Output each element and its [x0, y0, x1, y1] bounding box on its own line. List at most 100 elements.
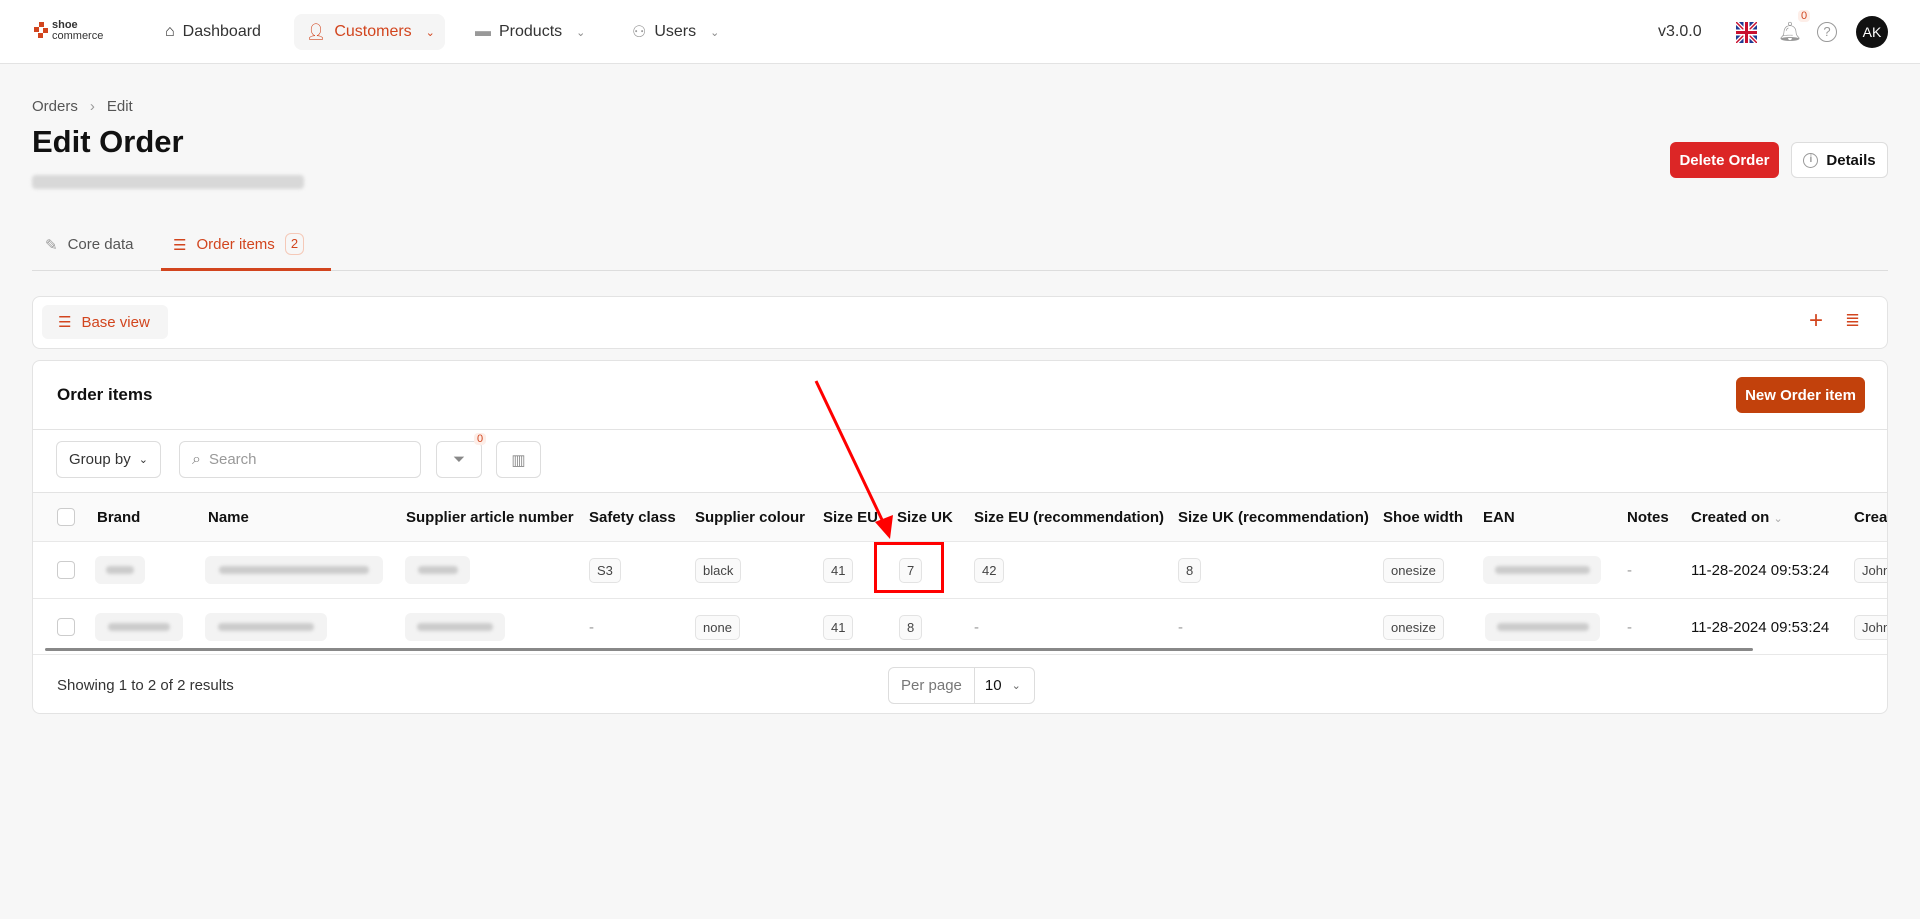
safety-class-chip: S3 [589, 557, 621, 583]
tab-order-items[interactable]: ☰ Order items 2 [161, 232, 331, 271]
ean-redacted [1485, 613, 1600, 641]
col-ean[interactable]: EAN [1483, 493, 1515, 542]
nav-products[interactable]: ▬ Products ⌄ [463, 14, 597, 50]
col-created-by[interactable]: Creat [1854, 493, 1887, 542]
nav-customers[interactable]: 👤︎ Customers ⌄ [294, 14, 445, 50]
nav-label: Customers [334, 23, 412, 40]
info-icon: i [1803, 152, 1819, 168]
chevron-right-icon: › [89, 98, 95, 115]
columns-button[interactable]: ▥ [496, 441, 541, 478]
home-icon: ⌂ [165, 23, 175, 40]
table-row[interactable]: S3 black 41 7 42 8 onesize - 11-28-2024 … [33, 541, 1887, 598]
col-size-uk[interactable]: Size UK [897, 493, 953, 542]
breadcrumb-edit: Edit [106, 98, 133, 115]
created-on-cell: 11-28-2024 09:53:24 [1691, 618, 1830, 636]
divider [33, 429, 1887, 430]
group-by-label: Group by [69, 451, 131, 468]
chevron-down-icon: ⌄ [425, 26, 435, 39]
views-list-icon[interactable]: ≣ [1845, 310, 1860, 331]
per-page-select[interactable]: Per page 10 ⌄ [888, 667, 1035, 704]
size-eu-rec-chip: 42 [974, 557, 1005, 583]
view-bar: ☰ Base view + ≣ [32, 296, 1888, 349]
breadcrumb: Orders › Edit [32, 98, 133, 115]
results-summary: Showing 1 to 2 of 2 results [57, 677, 234, 694]
order-items-count-badge: 2 [284, 233, 305, 255]
help-icon[interactable]: ? [1817, 22, 1837, 42]
brand-redacted [95, 556, 145, 584]
ean-redacted [1483, 556, 1601, 584]
chevron-down-icon: ⌄ [576, 26, 586, 39]
colour-chip: none [695, 614, 740, 640]
table-row[interactable]: - none 41 8 - - onesize - 11-28-2024 09:… [33, 598, 1887, 655]
details-button[interactable]: i Details [1791, 142, 1888, 178]
created-by-chip: John [1854, 557, 1887, 583]
notes-cell: - [1627, 561, 1632, 579]
chevron-down-icon: ⌄ [138, 454, 148, 466]
col-size-eu[interactable]: Size EU [823, 493, 878, 542]
add-view-icon[interactable]: + [1809, 307, 1823, 335]
row-checkbox[interactable] [57, 561, 75, 579]
shoe-width-chip: onesize [1383, 557, 1444, 583]
brand-redacted [95, 613, 183, 641]
tab-label: Order items [196, 236, 275, 253]
logo[interactable]: shoe commerce [34, 20, 103, 42]
filter-count-badge: 0 [474, 433, 487, 445]
nav-label: Users [654, 23, 697, 40]
col-size-eu-recommendation[interactable]: Size EU (recommendation) [974, 493, 1164, 542]
bell-icon[interactable]: 🔔︎ [1778, 20, 1802, 44]
col-supplier-article-number[interactable]: Supplier article number [406, 493, 574, 542]
safety-class-cell: - [589, 618, 594, 636]
select-all-checkbox[interactable] [57, 508, 75, 526]
order-items-table: Brand Name Supplier article number Safet… [33, 492, 1887, 655]
new-order-item-button[interactable]: New Order item [1736, 377, 1865, 413]
horizontal-scrollbar[interactable] [45, 648, 1753, 651]
search-placeholder: Search [208, 451, 257, 468]
size-uk-chip: 8 [899, 614, 923, 640]
users-icon: ⚇ [632, 24, 647, 41]
uk-flag-icon[interactable] [1736, 22, 1757, 43]
nav-label: Products [499, 23, 563, 40]
logo-icon [34, 22, 48, 38]
size-uk-rec-cell: - [1178, 618, 1183, 636]
col-brand[interactable]: Brand [97, 493, 140, 542]
divider [33, 654, 1887, 655]
nav-users[interactable]: ⚇ Users ⌄ [620, 14, 731, 50]
pencil-icon: ✎ [45, 237, 58, 254]
sort-chevron-icon: ⌄ [1773, 513, 1783, 525]
columns-icon: ▥ [511, 451, 526, 469]
row-checkbox[interactable] [57, 618, 75, 636]
card-title: Order items [57, 385, 153, 404]
shoe-icon: ▬ [475, 23, 491, 40]
group-by-select[interactable]: Group by ⌄ [56, 441, 161, 478]
delete-order-button[interactable]: Delete Order [1670, 142, 1779, 178]
col-size-uk-recommendation[interactable]: Size UK (recommendation) [1178, 493, 1369, 542]
col-notes[interactable]: Notes [1627, 493, 1669, 542]
nav-dashboard[interactable]: ⌂ Dashboard [153, 14, 273, 50]
tab-core-data[interactable]: ✎ Core data [45, 236, 133, 254]
size-eu-chip: 41 [823, 614, 854, 640]
top-navbar: shoe commerce ⌂ Dashboard 👤︎ Customers ⌄ ▬ P… [0, 0, 1920, 64]
avatar[interactable]: AK [1856, 16, 1888, 48]
chevron-down-icon: ⌄ [1011, 680, 1021, 692]
order-number-redacted [32, 175, 304, 189]
col-created-on[interactable]: Created on ⌄ [1691, 493, 1783, 542]
col-shoe-width[interactable]: Shoe width [1383, 493, 1463, 542]
filter-icon: ⏷ [452, 451, 465, 468]
article-number-redacted [405, 613, 505, 641]
breadcrumb-orders[interactable]: Orders [32, 98, 78, 115]
list-icon: ☰ [173, 237, 187, 254]
base-view-label: Base view [81, 313, 150, 331]
order-items-card: Order items New Order item Group by ⌄ ⌕ Se… [32, 360, 1888, 714]
colour-chip: black [695, 557, 742, 583]
created-on-cell: 11-28-2024 09:53:24 [1691, 561, 1830, 579]
col-safety-class[interactable]: Safety class [589, 493, 676, 542]
search-input[interactable]: ⌕ Search [179, 441, 421, 478]
base-view-button[interactable]: ☰ Base view [42, 305, 168, 339]
list-icon: ☰ [58, 314, 72, 331]
search-icon: ⌕ [192, 450, 201, 468]
nav-label: Dashboard [182, 23, 261, 40]
version-label: v3.0.0 [1658, 23, 1702, 40]
col-supplier-colour[interactable]: Supplier colour [695, 493, 805, 542]
filter-button[interactable]: ⏷ [436, 441, 482, 478]
col-name[interactable]: Name [208, 493, 249, 542]
